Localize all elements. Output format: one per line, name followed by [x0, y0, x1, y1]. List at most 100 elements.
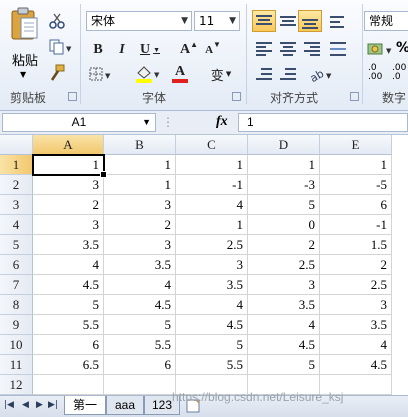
cell[interactable]: 3.5 [248, 295, 320, 315]
alignment-dialog-launcher[interactable] [350, 92, 359, 101]
cell[interactable]: 1 [104, 175, 176, 195]
cell[interactable]: -3 [248, 175, 320, 195]
cell[interactable]: 3 [104, 195, 176, 215]
cell[interactable]: -1 [176, 175, 248, 195]
cell[interactable]: 4.5 [248, 335, 320, 355]
cell[interactable]: 0 [248, 215, 320, 235]
cell[interactable] [104, 375, 176, 395]
cell[interactable]: 1 [176, 215, 248, 235]
row-header[interactable]: 7 [0, 275, 33, 295]
decrease-indent-icon[interactable] [256, 68, 272, 82]
cell[interactable]: 1 [248, 155, 320, 175]
cell[interactable]: 1 [320, 155, 392, 175]
cell[interactable]: 4 [104, 275, 176, 295]
increase-decimal-button[interactable]: .0 .00 [368, 64, 388, 82]
cell[interactable]: 4.5 [33, 275, 104, 295]
cell[interactable]: 6 [33, 335, 104, 355]
shrink-font-button[interactable]: A ▼ [202, 40, 224, 60]
increase-indent-icon[interactable] [280, 68, 296, 82]
cell[interactable]: 1 [176, 155, 248, 175]
cell[interactable]: 6 [320, 195, 392, 215]
copy-icon[interactable]: ▼ [48, 38, 72, 56]
cell[interactable]: 1 [33, 155, 104, 175]
cell[interactable]: 3 [176, 255, 248, 275]
cell[interactable]: 3 [104, 235, 176, 255]
first-sheet-icon[interactable]: |◀ [4, 400, 14, 410]
cell[interactable]: 3.5 [176, 275, 248, 295]
cell[interactable]: 3 [33, 215, 104, 235]
cell[interactable]: 4 [33, 255, 104, 275]
text-orientation-icon[interactable]: ab ▼ [308, 66, 334, 84]
number-format-select[interactable]: 常规 [364, 11, 408, 31]
align-top-button[interactable] [252, 10, 276, 32]
percent-style-button[interactable]: % [396, 40, 408, 56]
cell[interactable]: 6.5 [33, 355, 104, 375]
cell[interactable]: 2.5 [176, 235, 248, 255]
cell[interactable]: 3 [248, 275, 320, 295]
font-color-button[interactable]: A [166, 64, 194, 84]
font-size-select[interactable]: 11 ▼ [194, 11, 240, 31]
italic-button[interactable]: I [112, 40, 132, 60]
clipboard-dialog-launcher[interactable] [68, 92, 77, 101]
cell[interactable]: 5 [104, 315, 176, 335]
cell[interactable]: 5.5 [104, 335, 176, 355]
formula-input[interactable]: 1 [238, 113, 408, 132]
cell[interactable]: 3.5 [320, 315, 392, 335]
row-header[interactable]: 8 [0, 295, 33, 315]
cut-icon[interactable] [48, 12, 66, 30]
cell[interactable]: 3 [33, 175, 104, 195]
cell[interactable]: 6 [104, 355, 176, 375]
grow-font-button[interactable]: A ▲ [178, 40, 200, 60]
column-header[interactable]: A [33, 135, 104, 155]
cell[interactable]: 4.5 [104, 295, 176, 315]
chevron-down-icon[interactable]: ▼ [142, 114, 151, 131]
row-header[interactable]: 6 [0, 255, 33, 275]
decrease-decimal-button[interactable]: .00 .0 [392, 64, 408, 82]
align-bottom-button[interactable] [298, 10, 322, 32]
cell[interactable]: 1 [104, 155, 176, 175]
prev-sheet-icon[interactable]: ◀ [22, 400, 29, 410]
merge-cells-icon[interactable] [330, 42, 346, 56]
phonetic-button[interactable]: 变 ▼ [206, 64, 236, 84]
column-header[interactable]: C [176, 135, 248, 155]
cell[interactable]: -1 [320, 215, 392, 235]
row-header[interactable]: 10 [0, 335, 33, 355]
borders-icon[interactable]: ▼ [88, 66, 112, 84]
align-right-icon[interactable] [304, 42, 320, 56]
sheet-tab[interactable]: 第一 [64, 396, 106, 415]
cell[interactable]: 2 [320, 255, 392, 275]
fill-color-icon[interactable]: ▼ [134, 64, 162, 84]
cell[interactable]: 3.5 [33, 235, 104, 255]
cell[interactable]: 2 [33, 195, 104, 215]
cell[interactable]: 4 [320, 335, 392, 355]
select-all-corner[interactable] [0, 135, 33, 155]
cell[interactable]: 4.5 [176, 315, 248, 335]
paste-button[interactable]: 粘贴 ▼ [6, 4, 42, 84]
row-header[interactable]: 12 [0, 375, 33, 395]
cell[interactable]: 5 [176, 335, 248, 355]
cell[interactable]: 1.5 [320, 235, 392, 255]
cell[interactable]: 5 [248, 195, 320, 215]
next-sheet-icon[interactable]: ▶ [36, 400, 43, 410]
font-family-select[interactable]: 宋体 ▼ [86, 11, 192, 31]
align-center-icon[interactable] [280, 42, 296, 56]
row-header[interactable]: 1 [0, 155, 33, 175]
last-sheet-icon[interactable]: ▶| [48, 400, 58, 410]
row-header[interactable]: 11 [0, 355, 33, 375]
row-header[interactable]: 5 [0, 235, 33, 255]
cell[interactable]: 4.5 [320, 355, 392, 375]
row-header[interactable]: 3 [0, 195, 33, 215]
insert-function-button[interactable]: fx [216, 114, 228, 130]
align-left-icon[interactable] [256, 42, 272, 56]
cell[interactable]: -5 [320, 175, 392, 195]
row-header[interactable]: 4 [0, 215, 33, 235]
format-painter-icon[interactable] [48, 64, 66, 82]
column-header[interactable]: B [104, 135, 176, 155]
column-header[interactable]: D [248, 135, 320, 155]
formula-bar-resize-icon[interactable]: ⋮ [162, 115, 174, 129]
cell[interactable]: 5 [33, 295, 104, 315]
row-header[interactable]: 2 [0, 175, 33, 195]
cell[interactable]: 5 [248, 355, 320, 375]
cell[interactable]: 4 [248, 315, 320, 335]
align-middle-icon[interactable] [280, 14, 296, 28]
